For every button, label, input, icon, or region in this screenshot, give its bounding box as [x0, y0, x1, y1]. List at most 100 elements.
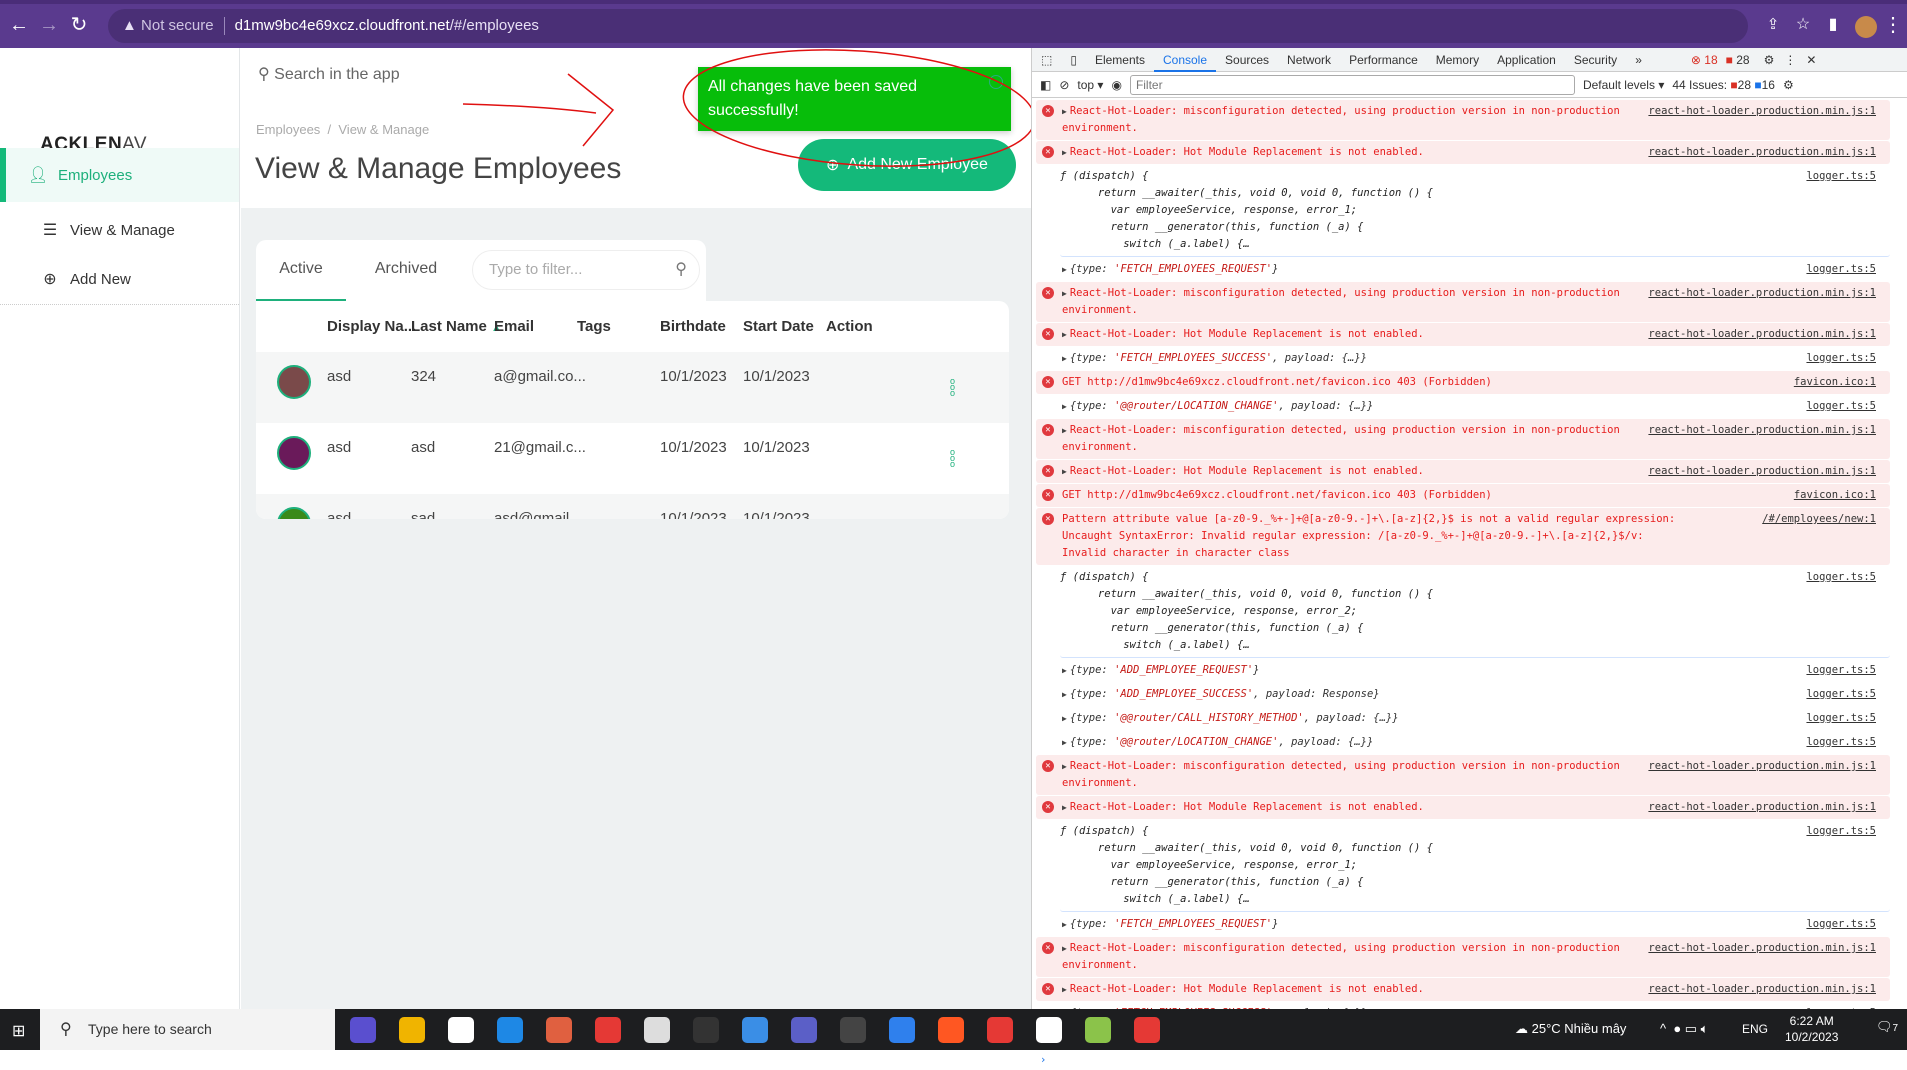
taskbar-app-icon[interactable] — [987, 1017, 1013, 1043]
console-filter-input[interactable]: Filter — [1129, 74, 1575, 95]
source-link[interactable]: react-hot-loader.production.min.js:1 — [1648, 103, 1876, 120]
star-icon[interactable]: ☆ — [1790, 12, 1816, 38]
taskbar-app-icon[interactable] — [644, 1017, 670, 1043]
expand-icon[interactable]: ▶ — [1062, 666, 1067, 675]
expand-icon[interactable]: ▶ — [1062, 738, 1067, 747]
taskbar-app-icon[interactable] — [546, 1017, 572, 1043]
source-link[interactable]: /#/employees/new:1 — [1762, 511, 1876, 528]
more-tabs-icon[interactable]: » — [1626, 48, 1651, 72]
console-prompt[interactable]: › — [1032, 1050, 1894, 1070]
taskbar-app-icon[interactable] — [595, 1017, 621, 1043]
reload-icon[interactable]: ↻ — [66, 12, 92, 38]
col-email[interactable]: Email — [494, 301, 534, 352]
taskbar-app-icon[interactable] — [399, 1017, 425, 1043]
console-settings-icon[interactable]: ⚙ — [1783, 78, 1794, 92]
devtools-tab-console[interactable]: Console — [1153, 48, 1217, 72]
devtools-tab-performance[interactable]: Performance — [1340, 48, 1427, 72]
source-link[interactable]: logger.ts:5 — [1806, 168, 1876, 185]
devtools-tab-sources[interactable]: Sources — [1216, 48, 1278, 72]
source-link[interactable]: logger.ts:5 — [1806, 710, 1876, 727]
table-row[interactable]: asd asd 21@gmail.c... 10/1/2023 10/1/2023 o o o — [256, 423, 1009, 494]
windows-start-icon[interactable]: ⊞ — [12, 1021, 25, 1041]
taskbar-app-icon[interactable] — [497, 1017, 523, 1043]
taskbar-app-icon[interactable] — [889, 1017, 915, 1043]
source-link[interactable]: logger.ts:5 — [1806, 662, 1876, 679]
source-link[interactable]: logger.ts:5 — [1806, 823, 1876, 840]
source-link[interactable]: logger.ts:5 — [1806, 734, 1876, 751]
tab-archived[interactable]: Archived — [346, 240, 466, 301]
taskbar-app-icon[interactable] — [742, 1017, 768, 1043]
eye-icon[interactable]: ◉ — [1111, 78, 1121, 92]
context-select[interactable]: top ▾ — [1077, 78, 1103, 92]
sidebar-item-employees[interactable]: 👤︎ Employees — [0, 148, 239, 202]
source-link[interactable]: logger.ts:5 — [1806, 916, 1876, 933]
source-link[interactable]: favicon.ico:1 — [1794, 374, 1876, 391]
col-last-name[interactable]: Last Name ▲ — [411, 301, 502, 352]
clear-icon[interactable]: ⊘ — [1059, 78, 1069, 92]
sidebar-item-add-new[interactable]: ⊕ Add New — [0, 252, 239, 306]
source-link[interactable]: logger.ts:5 — [1806, 398, 1876, 415]
settings-icon[interactable]: ⚙ — [1764, 53, 1775, 67]
source-link[interactable]: logger.ts:5 — [1806, 686, 1876, 703]
table-row[interactable]: asd 324 a@gmail.co... 10/1/2023 10/1/2023 o o o — [256, 352, 1009, 423]
taskbar-app-icon[interactable] — [1036, 1017, 1062, 1043]
expand-icon[interactable]: ▶ — [1062, 714, 1067, 723]
devtools-tab-application[interactable]: Application — [1488, 48, 1565, 72]
expand-icon[interactable]: ▶ — [1062, 265, 1067, 274]
forward-icon[interactable]: → — [36, 12, 62, 38]
source-link[interactable]: react-hot-loader.production.min.js:1 — [1648, 758, 1876, 775]
share-icon[interactable]: ⇪ — [1760, 12, 1786, 38]
devtools-tab-security[interactable]: Security — [1565, 48, 1626, 72]
row-actions-icon[interactable]: ooo — [950, 377, 956, 398]
taskbar-app-icon[interactable] — [1085, 1017, 1111, 1043]
source-link[interactable]: react-hot-loader.production.min.js:1 — [1648, 285, 1876, 302]
levels-select[interactable]: Default levels ▾ — [1583, 78, 1664, 92]
side-panel-icon[interactable]: ▮ — [1820, 12, 1846, 38]
device-icon[interactable]: ▯ — [1061, 48, 1086, 72]
back-icon[interactable]: ← — [6, 12, 32, 38]
col-start-date[interactable]: Start Date — [743, 301, 814, 352]
profile-avatar[interactable] — [1855, 16, 1877, 38]
source-link[interactable]: react-hot-loader.production.min.js:1 — [1648, 940, 1876, 957]
notifications-icon[interactable]: 🗨︎7 — [1876, 1019, 1898, 1035]
col-tags[interactable]: Tags — [577, 301, 611, 352]
source-link[interactable]: react-hot-loader.production.min.js:1 — [1648, 463, 1876, 480]
language[interactable]: ENG — [1742, 1022, 1768, 1036]
devtools-tab-network[interactable]: Network — [1278, 48, 1340, 72]
warning-count[interactable]: ■ 28 — [1726, 53, 1750, 67]
taskbar-app-icon[interactable] — [1134, 1017, 1160, 1043]
row-actions-icon[interactable]: ooo — [950, 448, 956, 469]
weather[interactable]: ☁ 25°C Nhiều mây — [1515, 1021, 1626, 1037]
taskbar-app-icon[interactable] — [693, 1017, 719, 1043]
devtools-tab-memory[interactable]: Memory — [1427, 48, 1488, 72]
expand-icon[interactable]: ▶ — [1062, 690, 1067, 699]
col-birthdate[interactable]: Birthdate — [660, 301, 726, 352]
source-link[interactable]: react-hot-loader.production.min.js:1 — [1648, 799, 1876, 816]
issues-count[interactable]: 44 Issues: ■28 ■16 — [1672, 78, 1775, 92]
filter-input[interactable]: Type to filter... ⚲ — [472, 250, 700, 290]
tab-active[interactable]: Active — [256, 240, 346, 301]
close-icon[interactable]: ✕ — [1806, 53, 1816, 67]
address-bar[interactable]: ▲ Not secure d1mw9bc4e69xcz.cloudfront.ne… — [108, 9, 1748, 43]
taskbar-app-icon[interactable] — [350, 1017, 376, 1043]
error-count[interactable]: ⊗ 18 — [1691, 53, 1718, 67]
source-link[interactable]: react-hot-loader.production.min.js:1 — [1648, 981, 1876, 998]
clock[interactable]: 6:22 AM 10/2/2023 — [1785, 1013, 1838, 1045]
col-display-name[interactable]: Display Na... — [327, 301, 416, 352]
taskbar-app-icon[interactable] — [448, 1017, 474, 1043]
taskbar-search[interactable]: ⚲ Type here to search — [40, 1009, 335, 1050]
taskbar-app-icon[interactable] — [791, 1017, 817, 1043]
expand-icon[interactable]: ▶ — [1062, 402, 1067, 411]
source-link[interactable]: react-hot-loader.production.min.js:1 — [1648, 144, 1876, 161]
expand-icon[interactable]: ▶ — [1062, 354, 1067, 363]
source-link[interactable]: logger.ts:5 — [1806, 261, 1876, 278]
inspect-icon[interactable]: ⬚ — [1032, 48, 1061, 72]
source-link[interactable]: logger.ts:5 — [1806, 569, 1876, 586]
source-link[interactable]: logger.ts:5 — [1806, 350, 1876, 367]
sidebar-toggle-icon[interactable]: ◧ — [1040, 78, 1051, 92]
taskbar-app-icon[interactable] — [938, 1017, 964, 1043]
expand-icon[interactable]: ▶ — [1062, 920, 1067, 929]
source-link[interactable]: favicon.ico:1 — [1794, 487, 1876, 504]
kebab-icon[interactable]: ⋮ — [1784, 53, 1796, 67]
table-row[interactable]: asdsadasd@gmail....10/1/202310/1/2023ooo — [256, 494, 1009, 519]
